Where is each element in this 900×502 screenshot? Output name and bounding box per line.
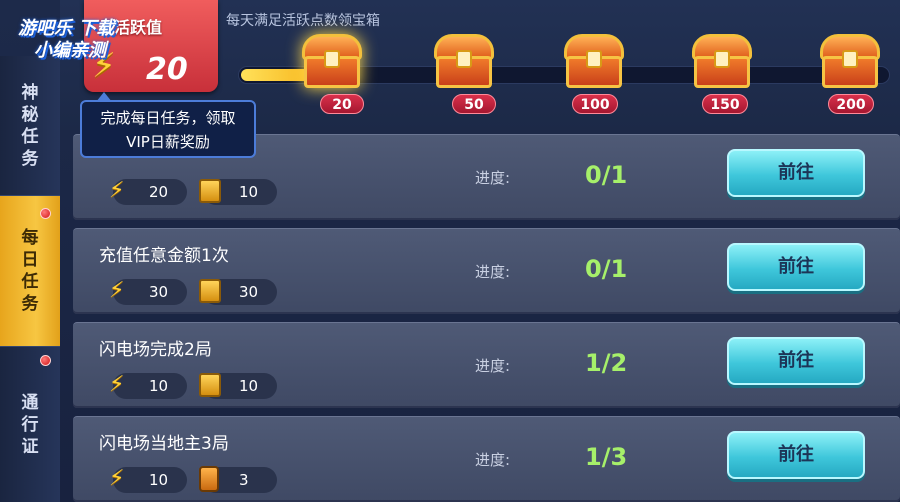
reward-value: 30 (239, 283, 259, 301)
progress-value: 1/2 (585, 349, 628, 377)
chest-20[interactable] (300, 34, 364, 90)
chest-100[interactable] (562, 34, 626, 90)
chest-label-150: 150 (702, 94, 748, 114)
gold-card-icon (199, 371, 227, 401)
chest-label-50: 50 (452, 94, 496, 114)
tab-daily-tasks[interactable]: 每日任务 (0, 196, 60, 346)
chest-label-20: 20 (320, 94, 364, 114)
header-description: 每天满足活跃点数领宝箱 (226, 13, 380, 29)
chest-label-100: 100 (572, 94, 618, 114)
reward-value: 10 (149, 471, 169, 489)
lightning-icon: ⚡ (109, 466, 125, 491)
go-button[interactable]: 前往 (727, 149, 865, 197)
tooltip: 完成每日任务，领取VIP日薪奖励 (80, 92, 256, 158)
progress-label: 进度: (475, 169, 511, 187)
go-button[interactable]: 前往 (727, 243, 865, 291)
tab-pass[interactable]: 通行证 (0, 346, 60, 502)
chest-200[interactable] (818, 34, 882, 90)
progress-label: 进度: (475, 263, 511, 281)
activity-title: 活跃值 (114, 18, 163, 37)
lightning-icon: ⚡ (109, 372, 125, 397)
watermark-line1: 游吧乐 下载 (18, 18, 115, 39)
progress-value: 0/1 (585, 255, 628, 283)
go-button[interactable]: 前往 (727, 337, 865, 385)
lightning-icon: ⚡ (109, 178, 125, 203)
card-icon (199, 465, 227, 495)
reward-value: 10 (239, 377, 259, 395)
task-row: 闪电场当地主3局 ⚡ 10 3 进度: 1/3 前往 (73, 416, 900, 502)
chest-150[interactable] (690, 34, 754, 90)
chest-50[interactable] (432, 34, 496, 90)
gold-card-icon (199, 277, 227, 307)
task-row: 充值任意金额1次 ⚡ 30 30 进度: 0/1 前往 (73, 228, 900, 314)
task-row: 闪电场完成2局 ⚡ 10 10 进度: 1/2 前往 (73, 322, 900, 408)
progress-value: 0/1 (585, 161, 628, 189)
reward-value: 3 (239, 471, 249, 489)
progress-label: 进度: (475, 451, 511, 469)
task-title: 闪电场当地主3局 (99, 434, 229, 454)
chest-label-200: 200 (828, 94, 874, 114)
tab-label: 通行证 (21, 392, 39, 457)
reward-value: 10 (149, 377, 169, 395)
tab-label: 每日任务 (21, 228, 39, 314)
reward-value: 20 (149, 183, 169, 201)
gold-card-icon (199, 177, 227, 207)
watermark: 游吧乐 下载 小编亲测 (18, 18, 114, 62)
reward-item: 10 (199, 179, 277, 205)
progress-label: 进度: (475, 357, 511, 375)
notification-dot (40, 208, 51, 219)
sidebar: 神秘任务 每日任务 通行证 (0, 56, 60, 502)
reward-item: 3 (199, 466, 277, 493)
reward-activity: ⚡ 30 (109, 278, 187, 305)
reward-activity: ⚡ 10 (109, 372, 187, 399)
task-title: 充值任意金额1次 (99, 246, 229, 266)
reward-value: 10 (239, 183, 259, 201)
reward-item: 10 (199, 373, 277, 399)
lightning-icon: ⚡ (109, 278, 125, 303)
reward-activity: ⚡ 20 (109, 178, 187, 205)
progress-value: 1/3 (585, 443, 628, 471)
go-button[interactable]: 前往 (727, 431, 865, 479)
notification-dot (40, 355, 51, 366)
reward-item: 30 (199, 279, 277, 305)
watermark-line2: 小编亲测 (34, 40, 106, 61)
tab-label: 神秘任务 (21, 82, 39, 169)
task-title: 闪电场完成2局 (99, 340, 212, 360)
activity-value: 20 (146, 52, 188, 87)
reward-activity: ⚡ 10 (109, 466, 187, 493)
reward-value: 30 (149, 283, 169, 301)
tab-mystery-tasks[interactable]: 神秘任务 (0, 56, 60, 196)
